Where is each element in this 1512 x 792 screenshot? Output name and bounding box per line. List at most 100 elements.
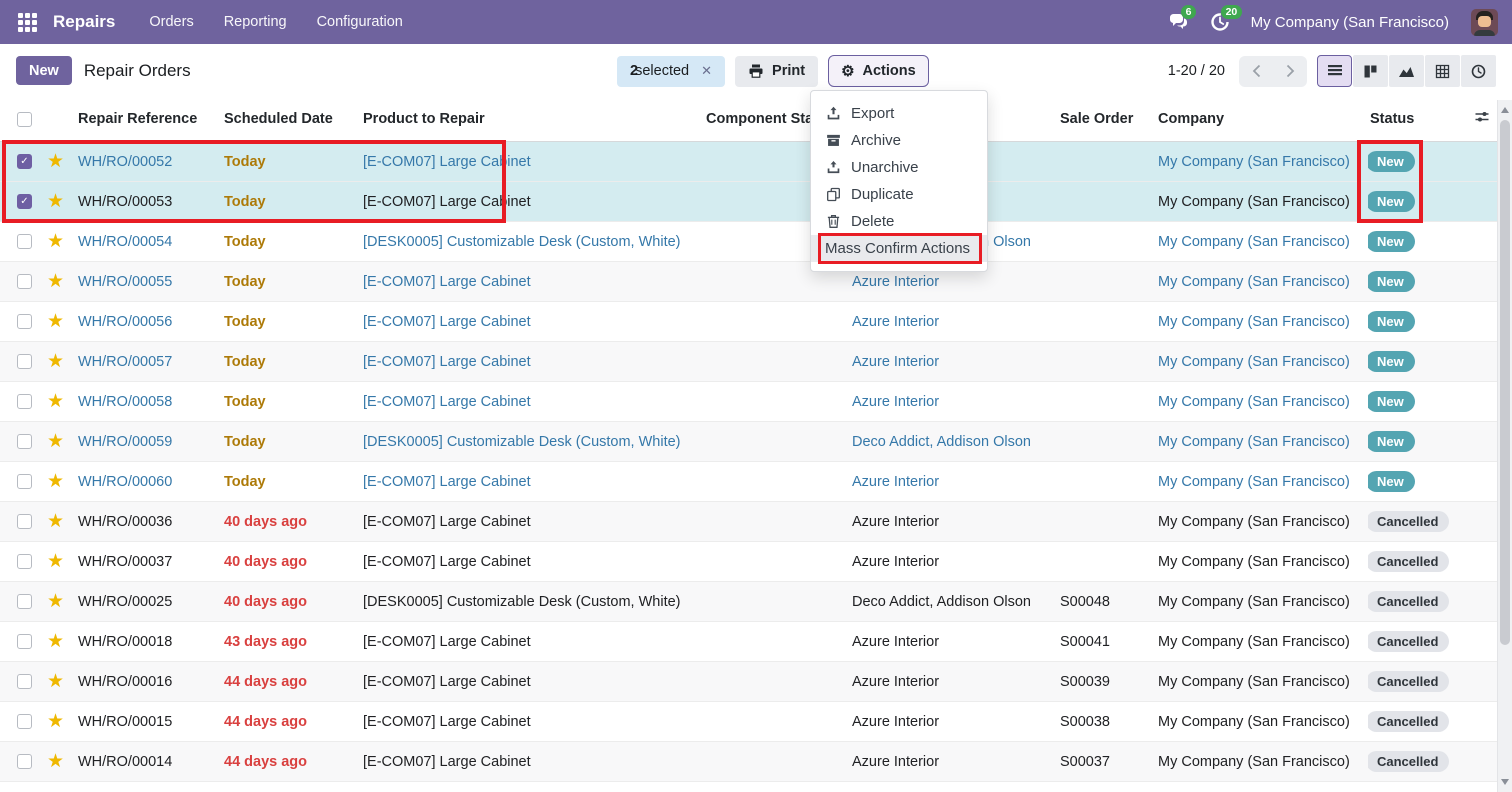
dropdown-item-export[interactable]: Export xyxy=(811,100,987,127)
favorite-star-icon[interactable]: ★ xyxy=(47,192,64,211)
table-row[interactable]: ✓ ★ WH/RO/00053 Today [E-COM07] Large Ca… xyxy=(0,182,1512,222)
row-checkbox[interactable] xyxy=(17,754,32,769)
dropdown-item-unarchive[interactable]: Unarchive xyxy=(811,154,987,181)
scrollbar-thumb[interactable] xyxy=(1500,120,1510,645)
cell-customer: Azure Interior xyxy=(850,554,1058,570)
app-name[interactable]: Repairs xyxy=(53,12,115,32)
row-checkbox[interactable] xyxy=(17,274,32,289)
cell-product-to-repair: [E-COM07] Large Cabinet xyxy=(361,394,704,410)
row-checkbox[interactable]: ✓ xyxy=(17,154,32,169)
favorite-star-icon[interactable]: ★ xyxy=(47,152,64,171)
dropdown-item-mass-confirm-actions[interactable]: Mass Confirm Actions xyxy=(811,235,987,262)
adjust-columns-icon[interactable] xyxy=(1474,109,1496,129)
row-checkbox[interactable] xyxy=(17,674,32,689)
row-checkbox[interactable] xyxy=(17,474,32,489)
row-checkbox[interactable] xyxy=(17,554,32,569)
row-checkbox[interactable]: ✓ xyxy=(17,194,32,209)
favorite-star-icon[interactable]: ★ xyxy=(47,672,64,691)
favorite-star-icon[interactable]: ★ xyxy=(47,552,64,571)
row-checkbox[interactable] xyxy=(17,514,32,529)
row-checkbox[interactable] xyxy=(17,354,32,369)
user-company-name[interactable]: My Company (San Francisco) xyxy=(1251,14,1449,31)
activity-view-button[interactable] xyxy=(1461,55,1496,87)
clear-selection-icon[interactable]: ✕ xyxy=(701,63,712,79)
pager-next-icon[interactable] xyxy=(1273,56,1307,87)
column-header-product-to-repair[interactable]: Product to Repair xyxy=(361,111,704,127)
scroll-down-icon[interactable] xyxy=(1501,779,1509,785)
table-row[interactable]: ★ WH/RO/00058 Today [E-COM07] Large Cabi… xyxy=(0,382,1512,422)
table-row[interactable]: ★ WH/RO/00037 40 days ago [E-COM07] Larg… xyxy=(0,542,1512,582)
table-row[interactable]: ★ WH/RO/00014 44 days ago [E-COM07] Larg… xyxy=(0,742,1512,782)
favorite-star-icon[interactable]: ★ xyxy=(47,712,64,731)
activities-icon[interactable]: 20 xyxy=(1209,11,1231,33)
export-icon xyxy=(825,106,841,121)
column-header-sale-order[interactable]: Sale Order xyxy=(1058,111,1156,127)
table-row[interactable]: ★ WH/RO/00036 40 days ago [E-COM07] Larg… xyxy=(0,502,1512,542)
row-checkbox[interactable] xyxy=(17,314,32,329)
table-row[interactable]: ★ WH/RO/00025 40 days ago [DESK0005] Cus… xyxy=(0,582,1512,622)
favorite-star-icon[interactable]: ★ xyxy=(47,512,64,531)
pager-previous-icon[interactable] xyxy=(1239,56,1273,87)
unarchive-icon xyxy=(825,160,841,175)
new-button[interactable]: New xyxy=(16,56,72,85)
favorite-star-icon[interactable]: ★ xyxy=(47,432,64,451)
table-row[interactable]: ★ WH/RO/00059 Today [DESK0005] Customiza… xyxy=(0,422,1512,462)
row-checkbox[interactable] xyxy=(17,434,32,449)
print-button[interactable]: Print xyxy=(735,56,818,87)
favorite-star-icon[interactable]: ★ xyxy=(47,232,64,251)
graph-view-button[interactable] xyxy=(1389,55,1424,87)
column-header-status[interactable]: Status xyxy=(1368,111,1474,127)
table-row[interactable]: ★ WH/RO/00016 44 days ago [E-COM07] Larg… xyxy=(0,662,1512,702)
column-header-company[interactable]: Company xyxy=(1156,111,1368,127)
vertical-scrollbar[interactable] xyxy=(1497,100,1512,792)
column-header-scheduled-date[interactable]: Scheduled Date xyxy=(222,111,361,127)
table-row[interactable]: ★ WH/RO/00056 Today [E-COM07] Large Cabi… xyxy=(0,302,1512,342)
row-checkbox[interactable] xyxy=(17,394,32,409)
cell-company: My Company (San Francisco) xyxy=(1156,514,1368,530)
table-row[interactable]: ★ WH/RO/00055 Today [E-COM07] Large Cabi… xyxy=(0,262,1512,302)
dropdown-item-duplicate[interactable]: Duplicate xyxy=(811,181,987,208)
activities-badge: 20 xyxy=(1221,5,1243,19)
list-view-button[interactable] xyxy=(1317,55,1352,87)
apps-menu-icon[interactable] xyxy=(18,13,37,32)
menu-reporting[interactable]: Reporting xyxy=(224,14,287,30)
table-row[interactable]: ★ WH/RO/00015 44 days ago [E-COM07] Larg… xyxy=(0,702,1512,742)
user-avatar[interactable] xyxy=(1471,9,1498,36)
table-row[interactable]: ✓ ★ WH/RO/00052 Today [E-COM07] Large Ca… xyxy=(0,142,1512,182)
dropdown-item-delete[interactable]: Delete xyxy=(811,208,987,235)
table-row[interactable]: ★ WH/RO/00060 Today [E-COM07] Large Cabi… xyxy=(0,462,1512,502)
select-all-checkbox[interactable] xyxy=(17,112,32,127)
dropdown-item-archive[interactable]: Archive xyxy=(811,127,987,154)
table-row[interactable]: ★ WH/RO/00018 43 days ago [E-COM07] Larg… xyxy=(0,622,1512,662)
actions-button[interactable]: ⚙ Actions xyxy=(828,55,929,87)
column-header-repair-reference[interactable]: Repair Reference xyxy=(76,111,222,127)
cell-scheduled-date: 44 days ago xyxy=(224,674,307,690)
favorite-star-icon[interactable]: ★ xyxy=(47,272,64,291)
cell-repair-reference: WH/RO/00058 xyxy=(76,394,222,410)
favorite-star-icon[interactable]: ★ xyxy=(47,592,64,611)
row-checkbox[interactable] xyxy=(17,714,32,729)
cell-company: My Company (San Francisco) xyxy=(1156,314,1368,330)
menu-orders[interactable]: Orders xyxy=(149,14,193,30)
favorite-star-icon[interactable]: ★ xyxy=(47,312,64,331)
gear-icon: ⚙ xyxy=(841,64,854,79)
table-row[interactable]: ★ WH/RO/00057 Today [E-COM07] Large Cabi… xyxy=(0,342,1512,382)
favorite-star-icon[interactable]: ★ xyxy=(47,472,64,491)
row-checkbox[interactable] xyxy=(17,634,32,649)
favorite-star-icon[interactable]: ★ xyxy=(47,632,64,651)
row-checkbox[interactable] xyxy=(17,594,32,609)
row-checkbox[interactable] xyxy=(17,234,32,249)
table-row[interactable]: ★ WH/RO/00054 Today [DESK0005] Customiza… xyxy=(0,222,1512,262)
scroll-up-icon[interactable] xyxy=(1501,107,1509,113)
favorite-star-icon[interactable]: ★ xyxy=(47,752,64,771)
kanban-view-button[interactable] xyxy=(1353,55,1388,87)
favorite-star-icon[interactable]: ★ xyxy=(47,352,64,371)
messages-icon[interactable]: 6 xyxy=(1169,11,1191,33)
status-badge: New xyxy=(1368,191,1415,212)
pivot-view-button[interactable] xyxy=(1425,55,1460,87)
status-badge: Cancelled xyxy=(1368,551,1449,572)
cell-customer: Azure Interior xyxy=(850,714,1058,730)
menu-configuration[interactable]: Configuration xyxy=(317,14,403,30)
cell-repair-reference: WH/RO/00037 xyxy=(76,554,222,570)
favorite-star-icon[interactable]: ★ xyxy=(47,392,64,411)
